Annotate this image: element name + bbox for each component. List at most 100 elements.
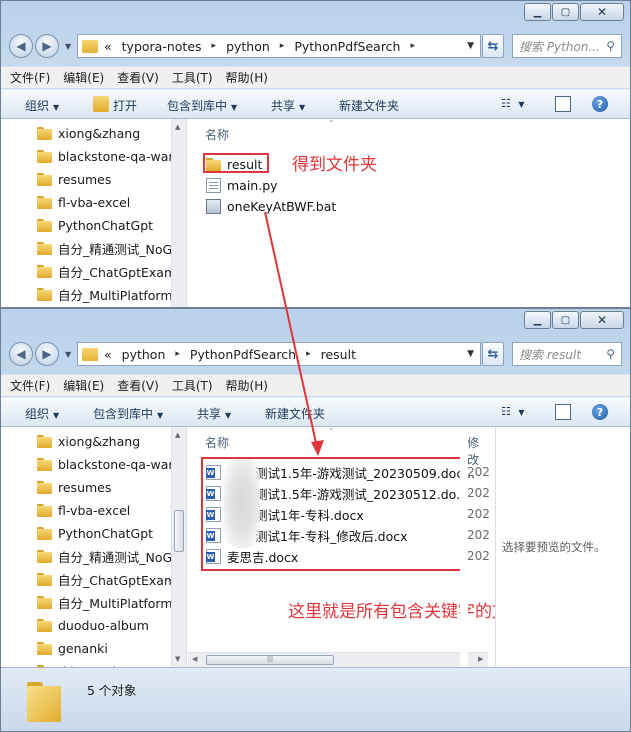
- back-button[interactable]: ◀: [9, 34, 33, 58]
- menu-view[interactable]: 查看(V): [117, 69, 159, 86]
- share-button[interactable]: 共享 ▼: [271, 97, 305, 114]
- nav-folder-label: 自分_精通测试_NoGi: [58, 549, 176, 565]
- menu-edit[interactable]: 编辑(E): [63, 69, 104, 86]
- nav-folder-item[interactable]: xiong&zhang: [37, 123, 140, 143]
- organize-button[interactable]: 组织 ▼: [25, 97, 59, 114]
- nav-folder-item[interactable]: duoduo-album: [37, 615, 149, 635]
- view-options-icon[interactable]: ☷ ▼: [501, 97, 525, 110]
- preview-pane-icon[interactable]: [555, 96, 571, 112]
- nav-folder-item[interactable]: fl-vba-excel: [37, 500, 130, 520]
- command-bar: 组织 ▼ 打开 包含到库中 ▼ 共享 ▼ 新建文件夹 ☷ ▼ ?: [1, 89, 630, 119]
- refresh-button[interactable]: ⇆: [482, 342, 504, 366]
- minimize-button[interactable]: ▁: [524, 3, 551, 21]
- scroll-thumb[interactable]: [174, 510, 184, 552]
- folder-icon: [37, 572, 52, 586]
- include-in-library-button[interactable]: 包含到库中 ▼: [93, 405, 163, 422]
- nav-folder-item[interactable]: 自分_ChatGptExamp: [37, 261, 184, 281]
- view-options-icon[interactable]: ☷ ▼: [501, 405, 525, 418]
- preview-pane-icon[interactable]: [555, 404, 571, 420]
- organize-label: 组织: [25, 99, 50, 113]
- h-scroll-thumb[interactable]: |||: [206, 655, 334, 665]
- menu-file[interactable]: 文件(F): [10, 69, 50, 86]
- scroll-down-icon[interactable]: ▼: [175, 655, 180, 663]
- nav-folder-item[interactable]: PythonChatGpt: [37, 523, 153, 543]
- minimize-button[interactable]: ▁: [524, 311, 551, 329]
- breadcrumb-pythonpdfsearch[interactable]: PythonPdfSearch: [294, 39, 400, 54]
- menu-tools[interactable]: 工具(T): [172, 69, 213, 86]
- open-button[interactable]: 打开: [113, 97, 137, 114]
- address-dropdown-icon[interactable]: ▼: [467, 349, 474, 359]
- new-folder-button[interactable]: 新建文件夹: [265, 405, 325, 422]
- scroll-up-icon[interactable]: ▲: [175, 431, 180, 439]
- search-placeholder: 搜索 Python...: [519, 39, 600, 54]
- search-icon: ⚲: [606, 39, 615, 53]
- refresh-button[interactable]: ⇆: [482, 34, 504, 58]
- nav-folder-label: resumes: [58, 479, 112, 495]
- organize-button[interactable]: 组织 ▼: [25, 405, 59, 422]
- forward-button[interactable]: ▶: [35, 34, 59, 58]
- file-name: main.py: [227, 177, 278, 193]
- file-row-main-py[interactable]: main.py: [206, 175, 278, 195]
- menu-view[interactable]: 查看(V): [117, 377, 159, 394]
- nav-folder-item[interactable]: resumes: [37, 477, 111, 497]
- breadcrumb-chevron-icon[interactable]: ▸: [212, 41, 217, 51]
- address-bar[interactable]: « typora-notes ▸ python ▸ PythonPdfSearc…: [77, 34, 481, 58]
- address-dropdown-icon[interactable]: ▼: [467, 41, 474, 51]
- nav-folder-item[interactable]: 自分_MultiPlatform_: [37, 284, 179, 304]
- nav-folder-label: 自分_ChatGptExamp: [58, 264, 185, 280]
- breadcrumb-overflow[interactable]: «: [104, 39, 112, 54]
- nav-scrollbar[interactable]: ▲: [171, 119, 186, 307]
- horizontal-scrollbar[interactable]: ◀ ||| ▶: [188, 652, 488, 667]
- scroll-up-icon[interactable]: ▲: [175, 123, 180, 131]
- search-input[interactable]: 搜索 Python... ⚲: [512, 34, 622, 58]
- include-in-library-button[interactable]: 包含到库中 ▼: [167, 97, 237, 114]
- address-bar[interactable]: « python ▸ PythonPdfSearch ▸ result ▼: [77, 342, 481, 366]
- nav-scrollbar[interactable]: ▲ ▼: [171, 427, 186, 667]
- nav-folder-item[interactable]: 自分_ChatGptExamp: [37, 569, 184, 589]
- recent-pages-dropdown[interactable]: ▼: [65, 350, 71, 359]
- help-icon[interactable]: ?: [592, 96, 608, 112]
- nav-folder-item[interactable]: blackstone-qa-ware: [37, 146, 181, 166]
- modified-cell: 202: [467, 549, 490, 563]
- menu-help[interactable]: 帮助(H): [226, 377, 268, 394]
- nav-folder-item[interactable]: 自分_精通测试_NoGi: [37, 238, 176, 258]
- menu-tools[interactable]: 工具(T): [172, 377, 213, 394]
- breadcrumb-chevron-icon[interactable]: ▸: [306, 349, 311, 359]
- close-button[interactable]: ✕: [580, 311, 624, 329]
- nav-folder-item[interactable]: blackstone-qa-ware: [37, 454, 181, 474]
- close-button[interactable]: ✕: [580, 3, 624, 21]
- maximize-button[interactable]: ▢: [552, 311, 579, 329]
- search-input[interactable]: 搜索 result ⚲: [512, 342, 622, 366]
- nav-folder-item[interactable]: 自分_MultiPlatform_: [37, 592, 179, 612]
- breadcrumb-chevron-icon[interactable]: ▸: [280, 41, 285, 51]
- scroll-left-icon[interactable]: ◀: [192, 655, 197, 663]
- breadcrumb-result[interactable]: result: [321, 347, 356, 362]
- new-folder-button[interactable]: 新建文件夹: [339, 97, 399, 114]
- nav-folder-item[interactable]: 自分_精通测试_NoGi: [37, 546, 176, 566]
- forward-button[interactable]: ▶: [35, 342, 59, 366]
- menu-edit[interactable]: 编辑(E): [63, 377, 104, 394]
- folder-icon: [37, 149, 52, 163]
- breadcrumb-chevron-icon[interactable]: ▸: [175, 349, 180, 359]
- breadcrumb-overflow[interactable]: «: [104, 347, 112, 362]
- column-header-name[interactable]: 名称: [205, 126, 229, 143]
- maximize-button[interactable]: ▢: [552, 3, 579, 21]
- breadcrumb-pythonpdfsearch[interactable]: PythonPdfSearch: [190, 347, 296, 362]
- menu-file[interactable]: 文件(F): [10, 377, 50, 394]
- recent-pages-dropdown[interactable]: ▼: [65, 42, 71, 51]
- menu-help[interactable]: 帮助(H): [226, 69, 268, 86]
- breadcrumb-python[interactable]: python: [122, 347, 166, 362]
- nav-folder-item[interactable]: PythonChatGpt: [37, 215, 153, 235]
- share-button[interactable]: 共享 ▼: [197, 405, 231, 422]
- breadcrumb-chevron-icon[interactable]: ▸: [410, 41, 415, 51]
- breadcrumb-python[interactable]: python: [226, 39, 270, 54]
- help-icon[interactable]: ?: [592, 404, 608, 420]
- nav-folder-item[interactable]: genanki: [37, 638, 108, 658]
- nav-folder-item[interactable]: fl-vba-excel: [37, 192, 130, 212]
- nav-folder-item[interactable]: xiong&zhang: [37, 431, 140, 451]
- back-button[interactable]: ◀: [9, 342, 33, 366]
- column-header-name[interactable]: 名称: [205, 434, 229, 451]
- nav-folder-item[interactable]: resumes: [37, 169, 111, 189]
- breadcrumb-typora-notes[interactable]: typora-notes: [122, 39, 202, 54]
- file-row-bat[interactable]: oneKeyAtBWF.bat: [206, 196, 336, 216]
